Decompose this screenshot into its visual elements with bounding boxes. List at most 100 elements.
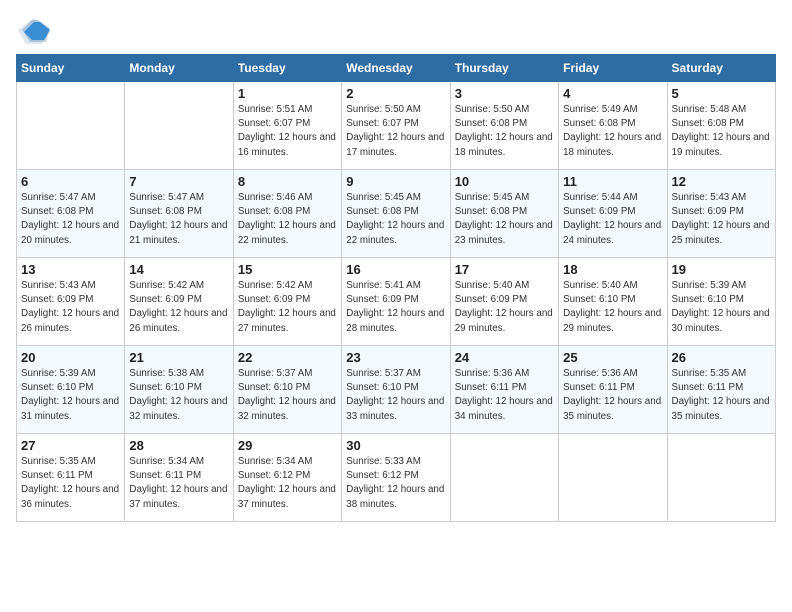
day-info: Sunrise: 5:37 AM Sunset: 6:10 PM Dayligh… [346,367,445,424]
calendar-cell: 21 Sunrise: 5:38 AM Sunset: 6:10 PM Dayli… [125,346,233,434]
day-info: Sunrise: 5:48 AM Sunset: 6:08 PM Dayligh… [672,103,771,160]
logo-icon [16,16,52,46]
day-info: Sunrise: 5:41 AM Sunset: 6:09 PM Dayligh… [346,279,445,336]
day-info: Sunrise: 5:34 AM Sunset: 6:12 PM Dayligh… [238,455,337,512]
weekday-header-monday: Monday [125,55,233,82]
logo [16,16,56,46]
day-info: Sunrise: 5:51 AM Sunset: 6:07 PM Dayligh… [238,103,337,160]
day-info: Sunrise: 5:44 AM Sunset: 6:09 PM Dayligh… [563,191,662,248]
day-number: 28 [129,438,228,453]
day-number: 30 [346,438,445,453]
day-number: 10 [455,174,554,189]
day-number: 24 [455,350,554,365]
day-number: 14 [129,262,228,277]
calendar-cell: 25 Sunrise: 5:36 AM Sunset: 6:11 PM Dayli… [559,346,667,434]
day-number: 22 [238,350,337,365]
day-number: 18 [563,262,662,277]
calendar-cell [667,434,775,522]
weekday-header-wednesday: Wednesday [342,55,450,82]
calendar-cell: 2 Sunrise: 5:50 AM Sunset: 6:07 PM Daylig… [342,82,450,170]
calendar-cell: 1 Sunrise: 5:51 AM Sunset: 6:07 PM Daylig… [233,82,341,170]
day-number: 11 [563,174,662,189]
day-number: 16 [346,262,445,277]
calendar-cell: 29 Sunrise: 5:34 AM Sunset: 6:12 PM Dayli… [233,434,341,522]
calendar-table: SundayMondayTuesdayWednesdayThursdayFrid… [16,54,776,522]
day-number: 8 [238,174,337,189]
calendar-cell: 17 Sunrise: 5:40 AM Sunset: 6:09 PM Dayli… [450,258,558,346]
day-number: 26 [672,350,771,365]
calendar-cell: 20 Sunrise: 5:39 AM Sunset: 6:10 PM Dayli… [17,346,125,434]
day-info: Sunrise: 5:42 AM Sunset: 6:09 PM Dayligh… [129,279,228,336]
day-number: 23 [346,350,445,365]
calendar-cell: 11 Sunrise: 5:44 AM Sunset: 6:09 PM Dayli… [559,170,667,258]
day-info: Sunrise: 5:37 AM Sunset: 6:10 PM Dayligh… [238,367,337,424]
day-number: 3 [455,86,554,101]
day-info: Sunrise: 5:40 AM Sunset: 6:09 PM Dayligh… [455,279,554,336]
day-number: 19 [672,262,771,277]
calendar-week-1: 1 Sunrise: 5:51 AM Sunset: 6:07 PM Daylig… [17,82,776,170]
day-info: Sunrise: 5:50 AM Sunset: 6:07 PM Dayligh… [346,103,445,160]
calendar-week-3: 13 Sunrise: 5:43 AM Sunset: 6:09 PM Dayli… [17,258,776,346]
day-info: Sunrise: 5:50 AM Sunset: 6:08 PM Dayligh… [455,103,554,160]
day-info: Sunrise: 5:36 AM Sunset: 6:11 PM Dayligh… [563,367,662,424]
day-info: Sunrise: 5:39 AM Sunset: 6:10 PM Dayligh… [672,279,771,336]
calendar-cell: 15 Sunrise: 5:42 AM Sunset: 6:09 PM Dayli… [233,258,341,346]
calendar-cell [450,434,558,522]
calendar-cell: 26 Sunrise: 5:35 AM Sunset: 6:11 PM Dayli… [667,346,775,434]
calendar-cell: 4 Sunrise: 5:49 AM Sunset: 6:08 PM Daylig… [559,82,667,170]
day-number: 2 [346,86,445,101]
day-info: Sunrise: 5:35 AM Sunset: 6:11 PM Dayligh… [21,455,120,512]
day-info: Sunrise: 5:38 AM Sunset: 6:10 PM Dayligh… [129,367,228,424]
day-number: 25 [563,350,662,365]
day-info: Sunrise: 5:43 AM Sunset: 6:09 PM Dayligh… [672,191,771,248]
day-info: Sunrise: 5:43 AM Sunset: 6:09 PM Dayligh… [21,279,120,336]
calendar-cell: 14 Sunrise: 5:42 AM Sunset: 6:09 PM Dayli… [125,258,233,346]
calendar-cell: 23 Sunrise: 5:37 AM Sunset: 6:10 PM Dayli… [342,346,450,434]
day-number: 12 [672,174,771,189]
page-header [16,16,776,46]
day-number: 6 [21,174,120,189]
day-info: Sunrise: 5:49 AM Sunset: 6:08 PM Dayligh… [563,103,662,160]
day-number: 13 [21,262,120,277]
calendar-cell [17,82,125,170]
calendar-cell [125,82,233,170]
day-number: 7 [129,174,228,189]
day-info: Sunrise: 5:35 AM Sunset: 6:11 PM Dayligh… [672,367,771,424]
calendar-cell: 27Sunrise: 5:35 AM Sunset: 6:11 PM Dayli… [17,434,125,522]
day-number: 15 [238,262,337,277]
calendar-cell [559,434,667,522]
calendar-cell: 10Sunrise: 5:45 AM Sunset: 6:08 PM Dayli… [450,170,558,258]
day-info: Sunrise: 5:47 AM Sunset: 6:08 PM Dayligh… [21,191,120,248]
calendar-cell: 12 Sunrise: 5:43 AM Sunset: 6:09 PM Dayli… [667,170,775,258]
day-number: 5 [672,86,771,101]
day-info: Sunrise: 5:34 AM Sunset: 6:11 PM Dayligh… [129,455,228,512]
weekday-header-tuesday: Tuesday [233,55,341,82]
day-number: 29 [238,438,337,453]
calendar-week-5: 27Sunrise: 5:35 AM Sunset: 6:11 PM Dayli… [17,434,776,522]
day-info: Sunrise: 5:46 AM Sunset: 6:08 PM Dayligh… [238,191,337,248]
calendar-cell: 9Sunrise: 5:45 AM Sunset: 6:08 PM Daylig… [342,170,450,258]
day-number: 9 [346,174,445,189]
day-number: 21 [129,350,228,365]
day-number: 1 [238,86,337,101]
weekday-header-row: SundayMondayTuesdayWednesdayThursdayFrid… [17,55,776,82]
day-number: 20 [21,350,120,365]
day-info: Sunrise: 5:39 AM Sunset: 6:10 PM Dayligh… [21,367,120,424]
day-number: 4 [563,86,662,101]
day-info: Sunrise: 5:47 AM Sunset: 6:08 PM Dayligh… [129,191,228,248]
calendar-cell: 19 Sunrise: 5:39 AM Sunset: 6:10 PM Dayli… [667,258,775,346]
weekday-header-saturday: Saturday [667,55,775,82]
calendar-cell: 30Sunrise: 5:33 AM Sunset: 6:12 PM Dayli… [342,434,450,522]
day-info: Sunrise: 5:40 AM Sunset: 6:10 PM Dayligh… [563,279,662,336]
calendar-cell: 13 Sunrise: 5:43 AM Sunset: 6:09 PM Dayli… [17,258,125,346]
calendar-cell: 16 Sunrise: 5:41 AM Sunset: 6:09 PM Dayli… [342,258,450,346]
calendar-week-4: 20 Sunrise: 5:39 AM Sunset: 6:10 PM Dayli… [17,346,776,434]
calendar-week-2: 6 Sunrise: 5:47 AM Sunset: 6:08 PM Daylig… [17,170,776,258]
calendar-cell: 18 Sunrise: 5:40 AM Sunset: 6:10 PM Dayli… [559,258,667,346]
calendar-cell: 5 Sunrise: 5:48 AM Sunset: 6:08 PM Daylig… [667,82,775,170]
day-number: 17 [455,262,554,277]
calendar-cell: 7 Sunrise: 5:47 AM Sunset: 6:08 PM Daylig… [125,170,233,258]
weekday-header-sunday: Sunday [17,55,125,82]
day-info: Sunrise: 5:36 AM Sunset: 6:11 PM Dayligh… [455,367,554,424]
day-info: Sunrise: 5:42 AM Sunset: 6:09 PM Dayligh… [238,279,337,336]
